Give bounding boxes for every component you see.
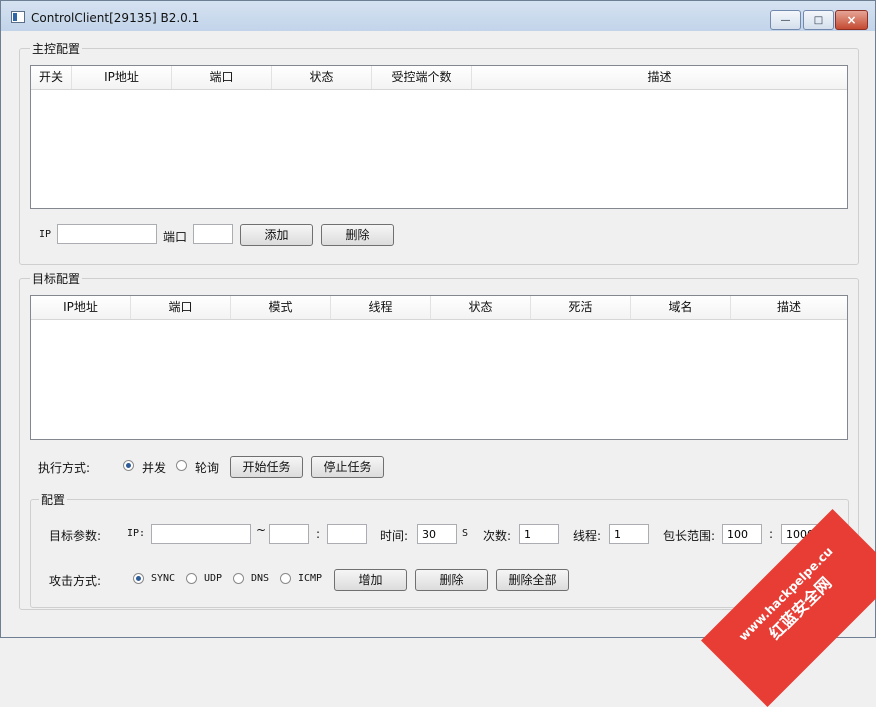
config-port-input[interactable] bbox=[327, 524, 367, 544]
config-group bbox=[30, 499, 849, 608]
master-col-description[interactable]: 描述 bbox=[472, 66, 847, 89]
target-col-alive[interactable]: 死活 bbox=[531, 296, 631, 319]
exec-mode-label: 执行方式: bbox=[38, 461, 91, 475]
target-table[interactable]: IP地址 端口 模式 线程 状态 死活 域名 描述 bbox=[30, 295, 848, 440]
polling-radio[interactable] bbox=[176, 460, 187, 471]
main-window: ControlClient[29135] B2.0.1 — □ × 主控配置 开… bbox=[0, 0, 876, 707]
udp-label[interactable]: UDP bbox=[204, 573, 222, 584]
attack-method-label: 攻击方式: bbox=[49, 574, 102, 588]
config-ip-label: IP: bbox=[127, 528, 146, 539]
thread-label: 线程: bbox=[573, 529, 602, 543]
master-ip-label: IP bbox=[39, 229, 52, 240]
target-config-title: 目标配置 bbox=[30, 270, 83, 287]
master-col-switch[interactable]: 开关 bbox=[31, 66, 72, 89]
maximize-icon: □ bbox=[813, 14, 824, 26]
master-ip-input[interactable] bbox=[57, 224, 157, 244]
target-col-thread[interactable]: 线程 bbox=[331, 296, 431, 319]
packet-min-input[interactable] bbox=[722, 524, 762, 544]
master-col-port[interactable]: 端口 bbox=[172, 66, 272, 89]
master-table[interactable]: 开关 IP地址 端口 状态 受控端个数 描述 bbox=[30, 65, 848, 209]
packet-range-label: 包长范围: bbox=[663, 529, 716, 543]
master-col-ip[interactable]: IP地址 bbox=[72, 66, 172, 89]
dns-label[interactable]: DNS bbox=[251, 573, 269, 584]
title-bar: ControlClient[29135] B2.0.1 — □ × bbox=[1, 1, 875, 31]
port-colon: : bbox=[316, 527, 321, 541]
ip-end-input[interactable] bbox=[269, 524, 309, 544]
dns-radio[interactable] bbox=[233, 573, 244, 584]
target-col-port[interactable]: 端口 bbox=[131, 296, 231, 319]
app-icon bbox=[11, 11, 25, 23]
target-table-header: IP地址 端口 模式 线程 状态 死活 域名 描述 bbox=[31, 296, 847, 320]
minimize-button[interactable]: — bbox=[770, 10, 801, 30]
target-col-mode[interactable]: 模式 bbox=[231, 296, 331, 319]
master-col-client-count[interactable]: 受控端个数 bbox=[372, 66, 472, 89]
stop-task-button[interactable]: 停止任务 bbox=[311, 456, 384, 478]
target-col-ip[interactable]: IP地址 bbox=[31, 296, 131, 319]
sync-radio[interactable] bbox=[133, 573, 144, 584]
sync-label[interactable]: SYNC bbox=[151, 573, 175, 584]
ip-start-input[interactable] bbox=[151, 524, 251, 544]
time-label: 时间: bbox=[380, 529, 409, 543]
time-input[interactable] bbox=[417, 524, 457, 544]
master-port-label: 端口 bbox=[163, 230, 188, 244]
thread-input[interactable] bbox=[609, 524, 649, 544]
polling-label[interactable]: 轮询 bbox=[195, 459, 219, 476]
packet-colon: : bbox=[769, 527, 774, 541]
count-input[interactable] bbox=[519, 524, 559, 544]
minimize-icon: — bbox=[780, 14, 791, 26]
udp-radio[interactable] bbox=[186, 573, 197, 584]
method-add-button[interactable]: 增加 bbox=[334, 569, 407, 591]
concurrent-label[interactable]: 并发 bbox=[142, 459, 166, 476]
target-col-status[interactable]: 状态 bbox=[431, 296, 531, 319]
master-delete-button[interactable]: 删除 bbox=[321, 224, 394, 246]
window-title: ControlClient[29135] B2.0.1 bbox=[31, 11, 200, 25]
start-task-button[interactable]: 开始任务 bbox=[230, 456, 303, 478]
master-config-title: 主控配置 bbox=[30, 40, 83, 57]
time-unit: S bbox=[462, 528, 469, 539]
master-col-status[interactable]: 状态 bbox=[272, 66, 372, 89]
config-title: 配置 bbox=[39, 491, 68, 508]
target-col-description[interactable]: 描述 bbox=[731, 296, 847, 319]
method-delete-button[interactable]: 删除 bbox=[415, 569, 488, 591]
close-icon: × bbox=[846, 13, 857, 27]
icmp-radio[interactable] bbox=[280, 573, 291, 584]
target-col-domain[interactable]: 域名 bbox=[631, 296, 731, 319]
target-params-label: 目标参数: bbox=[49, 529, 102, 543]
icmp-label[interactable]: ICMP bbox=[298, 573, 322, 584]
close-button[interactable]: × bbox=[835, 10, 868, 30]
master-table-header: 开关 IP地址 端口 状态 受控端个数 描述 bbox=[31, 66, 847, 90]
master-add-button[interactable]: 添加 bbox=[240, 224, 313, 246]
maximize-button[interactable]: □ bbox=[803, 10, 834, 30]
method-delete-all-button[interactable]: 删除全部 bbox=[496, 569, 569, 591]
master-port-input[interactable] bbox=[193, 224, 233, 244]
ip-range-tilde: ~ bbox=[256, 523, 267, 537]
count-label: 次数: bbox=[483, 529, 512, 543]
concurrent-radio[interactable] bbox=[123, 460, 134, 471]
